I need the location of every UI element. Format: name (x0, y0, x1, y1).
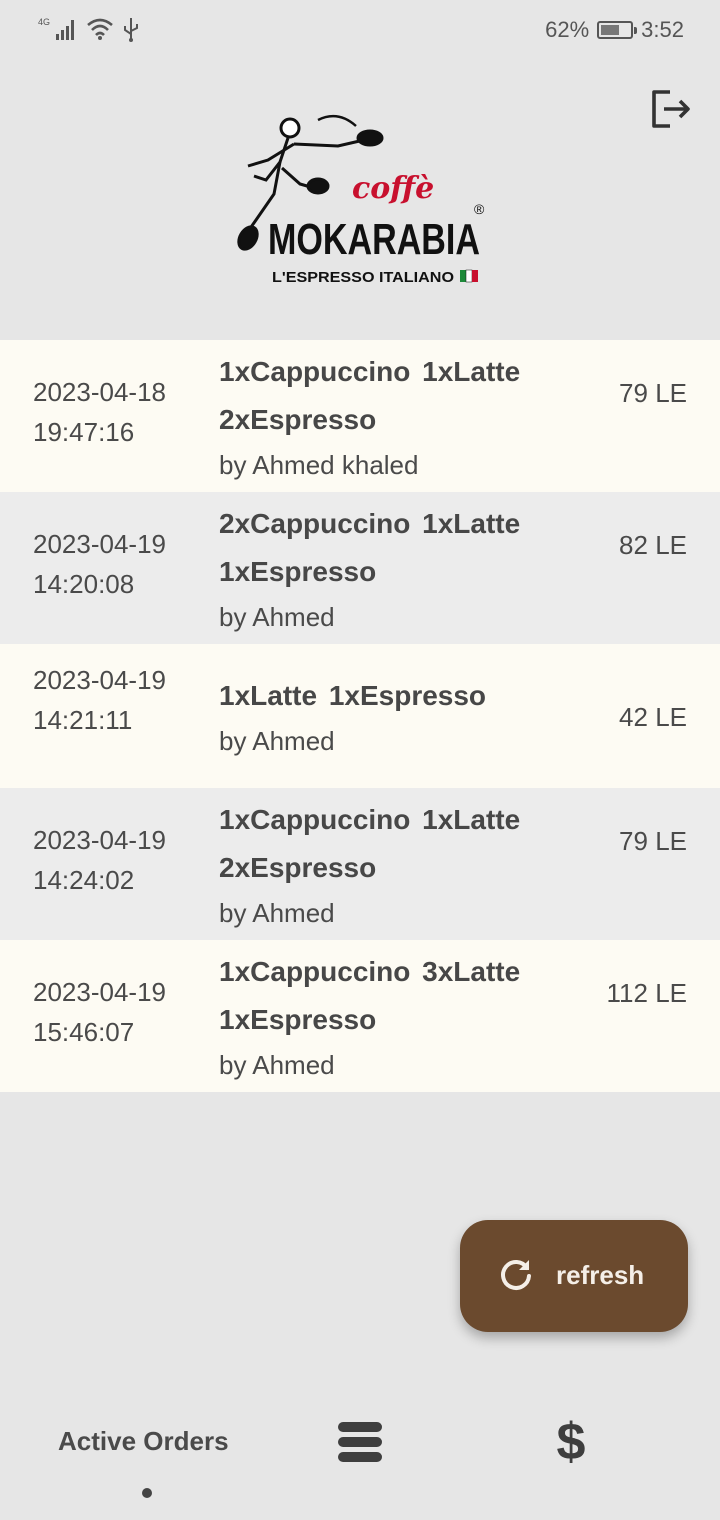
refresh-icon (501, 1260, 531, 1290)
logo-tagline: L'ESPRESSO ITALIANO (272, 269, 454, 286)
order-items: 1xLatte 1xEspresso (219, 672, 579, 720)
order-items-line: 2xCappuccino 1xLatte (219, 508, 521, 539)
menu-icon[interactable] (336, 1420, 384, 1464)
order-datetime: 2023-04-19 15:46:07 (33, 972, 166, 1052)
order-time: 14:20:08 (33, 569, 135, 599)
dollar-icon[interactable]: $ (548, 1414, 594, 1470)
order-datetime: 2023-04-18 19:47:16 (33, 372, 166, 452)
brand-logo: coffè ® MOKARABIA L'ESPRESSO ITALIANO (237, 114, 485, 286)
order-items-line: 1xCappuccino 3xLatte (219, 956, 521, 987)
battery-icon (597, 21, 638, 39)
order-items-line: 1xLatte 1xEspresso (219, 680, 487, 711)
order-by: by Ahmed khaled (219, 450, 419, 480)
order-time: 14:24:02 (33, 865, 135, 895)
order-row[interactable]: 2023-04-19 14:21:11 1xLatte 1xEspresso b… (0, 644, 720, 788)
order-price: 82 LE (619, 530, 687, 560)
refresh-label: refresh (556, 1260, 645, 1290)
order-by: by Ahmed (219, 726, 335, 756)
battery-fill (601, 25, 619, 35)
order-row[interactable]: 2023-04-18 19:47:16 1xCappuccino 1xLatte… (0, 340, 720, 492)
cellular-signal-icon: 4G (38, 17, 74, 40)
network-type: 4G (38, 17, 50, 27)
order-datetime: 2023-04-19 14:21:11 (33, 660, 166, 740)
order-date: 2023-04-19 (33, 665, 166, 695)
order-price: 79 LE (619, 378, 687, 408)
status-bar: 4G 62% 3:52 (0, 0, 720, 60)
order-date: 2023-04-19 (33, 825, 166, 855)
order-items-line: 1xCappuccino 1xLatte (219, 804, 521, 835)
order-by: by Ahmed (219, 898, 335, 928)
order-items: 1xCappuccino 1xLatte 2xEspresso (219, 796, 579, 892)
order-row[interactable]: 2023-04-19 14:20:08 2xCappuccino 1xLatte… (0, 492, 720, 644)
order-time: 15:46:07 (33, 1017, 135, 1047)
order-items-line: 1xCappuccino 1xLatte (219, 356, 521, 387)
orders-list: 2023-04-18 19:47:16 1xCappuccino 1xLatte… (0, 340, 720, 1092)
order-price: 79 LE (619, 826, 687, 856)
battery-percent: 62% (545, 17, 590, 42)
order-datetime: 2023-04-19 14:24:02 (33, 820, 166, 900)
order-items: 1xCappuccino 3xLatte 1xEspresso (219, 948, 579, 1044)
order-by: by Ahmed (219, 602, 335, 632)
order-items-line: 2xEspresso (219, 404, 377, 435)
clock: 3:52 (641, 17, 684, 42)
wifi-icon (87, 18, 113, 40)
order-by: by Ahmed (219, 1050, 335, 1080)
logo-name: MOKARABIA (268, 215, 480, 264)
logo-script: coffè (352, 171, 434, 206)
order-row[interactable]: 2023-04-19 15:46:07 1xCappuccino 3xLatte… (0, 940, 720, 1092)
order-price: 42 LE (619, 702, 687, 732)
status-left: 4G (38, 16, 140, 42)
nav-active-indicator (142, 1488, 152, 1498)
status-right: 62% 3:52 (545, 17, 684, 43)
logout-icon[interactable] (648, 86, 694, 132)
order-time: 19:47:16 (33, 417, 135, 447)
order-items-line: 1xEspresso (219, 1004, 377, 1035)
nav-active-orders[interactable]: Active Orders (58, 1426, 229, 1457)
refresh-button[interactable]: refresh (460, 1220, 688, 1332)
order-date: 2023-04-19 (33, 529, 166, 559)
order-items-line: 1xEspresso (219, 556, 377, 587)
order-time: 14:21:11 (33, 705, 133, 735)
order-price: 112 LE (606, 978, 687, 1008)
usb-icon (124, 18, 138, 42)
order-date: 2023-04-19 (33, 977, 166, 1007)
order-items: 1xCappuccino 1xLatte 2xEspresso (219, 348, 579, 444)
order-items-line: 2xEspresso (219, 852, 377, 883)
order-datetime: 2023-04-19 14:20:08 (33, 524, 166, 604)
order-date: 2023-04-18 (33, 377, 166, 407)
order-items: 2xCappuccino 1xLatte 1xEspresso (219, 500, 579, 596)
order-row[interactable]: 2023-04-19 14:24:02 1xCappuccino 1xLatte… (0, 788, 720, 940)
italy-flag-icon (460, 269, 478, 283)
